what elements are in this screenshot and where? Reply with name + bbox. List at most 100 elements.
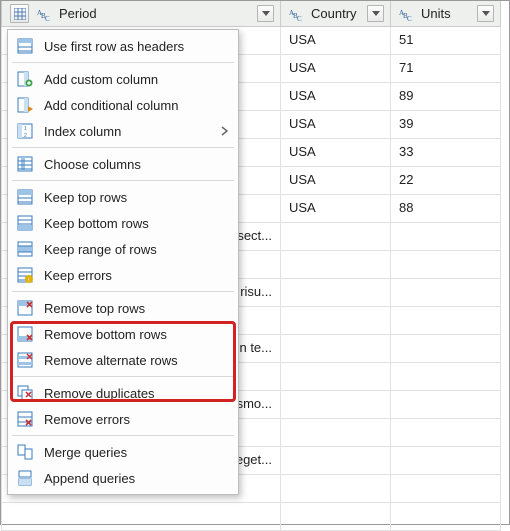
menu-keep-errors[interactable]: ! Keep errors (8, 262, 238, 288)
cell-units[interactable] (391, 223, 501, 251)
menu-remove-alternate-rows[interactable]: Remove alternate rows (8, 347, 238, 373)
keep-range-rows-icon (16, 240, 34, 258)
cell-units[interactable] (391, 307, 501, 335)
cell-country[interactable] (281, 307, 391, 335)
menu-label: Keep range of rows (44, 242, 228, 257)
cell-country[interactable]: USA (281, 111, 391, 139)
cell-units[interactable] (391, 419, 501, 447)
choose-columns-icon (16, 155, 34, 173)
cell-country[interactable]: USA (281, 139, 391, 167)
keep-top-rows-icon (16, 188, 34, 206)
menu-remove-errors[interactable]: Remove errors (8, 406, 238, 432)
cell-country[interactable]: USA (281, 27, 391, 55)
cell-units[interactable]: 51 (391, 27, 501, 55)
chevron-right-icon (221, 124, 228, 139)
menu-label: Remove top rows (44, 301, 228, 316)
cell-country[interactable]: USA (281, 195, 391, 223)
menu-remove-duplicates[interactable]: Remove duplicates (8, 380, 238, 406)
svg-text:C: C (45, 15, 50, 21)
cell-country[interactable]: USA (281, 167, 391, 195)
cell-units[interactable]: 33 (391, 139, 501, 167)
cell-units[interactable]: 22 (391, 167, 501, 195)
menu-add-conditional-column[interactable]: Add conditional column (8, 92, 238, 118)
keep-errors-icon: ! (16, 266, 34, 284)
cell-country[interactable] (281, 391, 391, 419)
menu-index-column[interactable]: 12 Index column (8, 118, 238, 144)
column-name: Period (59, 6, 251, 21)
conditional-column-icon (16, 96, 34, 114)
menu-keep-range-of-rows[interactable]: Keep range of rows (8, 236, 238, 262)
column-header-units[interactable]: ABC Units (391, 1, 501, 27)
table-icon[interactable] (10, 4, 29, 23)
menu-label: Add custom column (44, 72, 228, 87)
filter-dropdown[interactable] (257, 5, 274, 22)
cell-units[interactable] (391, 251, 501, 279)
menu-remove-top-rows[interactable]: Remove top rows (8, 295, 238, 321)
menu-label: Remove duplicates (44, 386, 228, 401)
cell-units[interactable] (391, 391, 501, 419)
cell-country[interactable] (281, 475, 391, 503)
svg-text:C: C (297, 15, 302, 21)
filter-dropdown[interactable] (477, 5, 494, 22)
column-header-period[interactable]: ABC Period (1, 1, 281, 27)
index-column-icon: 12 (16, 122, 34, 140)
menu-keep-bottom-rows[interactable]: Keep bottom rows (8, 210, 238, 236)
menu-separator (12, 435, 234, 436)
menu-label: Keep bottom rows (44, 216, 228, 231)
cell-country[interactable] (281, 447, 391, 475)
cell-units[interactable] (391, 335, 501, 363)
cell-units[interactable]: 71 (391, 55, 501, 83)
menu-label: Index column (44, 124, 211, 139)
menu-separator (12, 147, 234, 148)
cell-country[interactable] (281, 279, 391, 307)
cell-units[interactable] (391, 447, 501, 475)
menu-label: Remove alternate rows (44, 353, 228, 368)
cell-units[interactable]: 39 (391, 111, 501, 139)
keep-bottom-rows-icon (16, 214, 34, 232)
cell-country[interactable] (281, 335, 391, 363)
menu-merge-queries[interactable]: Merge queries (8, 439, 238, 465)
svg-text:1: 1 (24, 126, 27, 132)
cell-country[interactable] (281, 223, 391, 251)
column-name: Units (421, 6, 471, 21)
remove-errors-icon (16, 410, 34, 428)
text-type-icon: ABC (289, 7, 305, 21)
cell-units[interactable] (391, 363, 501, 391)
cell-country[interactable] (281, 363, 391, 391)
menu-label: Add conditional column (44, 98, 228, 113)
menu-keep-top-rows[interactable]: Keep top rows (8, 184, 238, 210)
filter-dropdown[interactable] (367, 5, 384, 22)
context-menu: Use first row as headers Add custom colu… (7, 29, 239, 495)
cell-units[interactable] (391, 503, 501, 531)
menu-remove-bottom-rows[interactable]: Remove bottom rows (8, 321, 238, 347)
remove-bottom-rows-icon (16, 325, 34, 343)
merge-queries-icon (16, 443, 34, 461)
cell-units[interactable] (391, 475, 501, 503)
svg-text:C: C (407, 15, 412, 21)
cell-period[interactable] (1, 503, 281, 531)
menu-label: Merge queries (44, 445, 228, 460)
menu-choose-columns[interactable]: Choose columns (8, 151, 238, 177)
cell-country[interactable] (281, 251, 391, 279)
column-header-country[interactable]: ABC Country (281, 1, 391, 27)
cell-country[interactable]: USA (281, 55, 391, 83)
menu-label: Keep errors (44, 268, 228, 283)
menu-append-queries[interactable]: Append queries (8, 465, 238, 491)
append-queries-icon (16, 469, 34, 487)
cell-units[interactable] (391, 279, 501, 307)
cell-country[interactable]: USA (281, 83, 391, 111)
menu-add-custom-column[interactable]: Add custom column (8, 66, 238, 92)
add-column-icon (16, 70, 34, 88)
menu-separator (12, 291, 234, 292)
cell-units[interactable]: 89 (391, 83, 501, 111)
menu-use-first-row-as-headers[interactable]: Use first row as headers (8, 33, 238, 59)
cell-country[interactable] (281, 503, 391, 531)
cell-country[interactable] (281, 419, 391, 447)
remove-alternate-rows-icon (16, 351, 34, 369)
menu-separator (12, 62, 234, 63)
menu-label: Use first row as headers (44, 39, 228, 54)
cell-units[interactable]: 88 (391, 195, 501, 223)
text-type-icon: ABC (37, 7, 53, 21)
menu-separator (12, 376, 234, 377)
menu-label: Keep top rows (44, 190, 228, 205)
